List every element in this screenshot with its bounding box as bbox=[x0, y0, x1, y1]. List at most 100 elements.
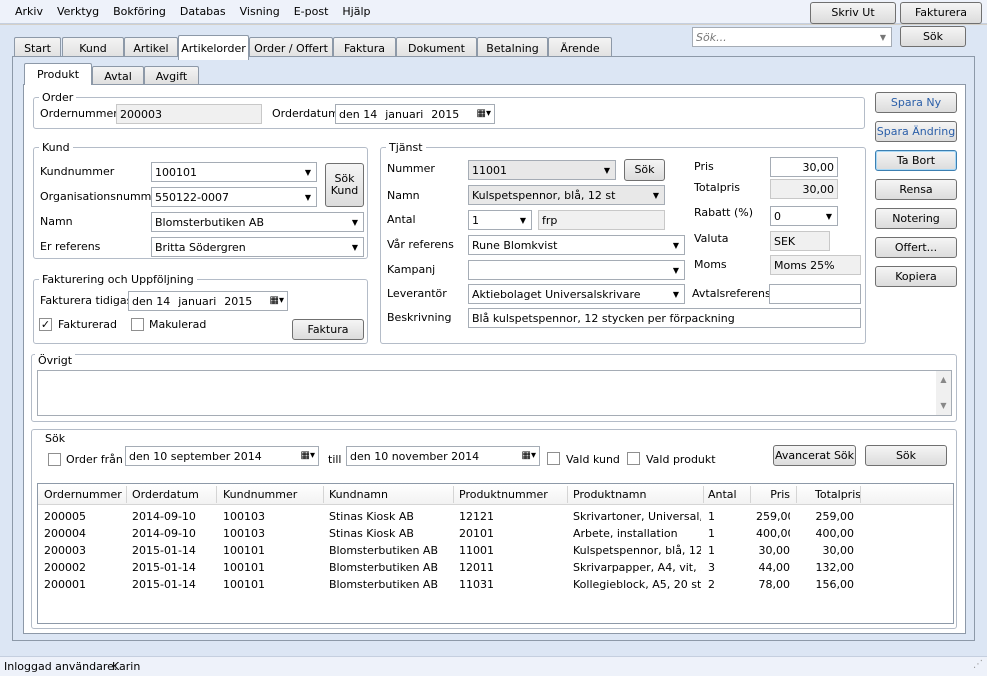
table-cell: 2015-01-14 bbox=[132, 578, 196, 591]
column-header-6[interactable]: Antal bbox=[708, 488, 737, 501]
column-header-4[interactable]: Produktnummer bbox=[459, 488, 548, 501]
table-cell: Stinas Kiosk AB bbox=[329, 510, 414, 523]
column-header-0[interactable]: Ordernummer bbox=[44, 488, 122, 501]
table-cell: Stinas Kiosk AB bbox=[329, 527, 414, 540]
column-header-5[interactable]: Produktnamn bbox=[573, 488, 647, 501]
table-cell: 30,00 bbox=[822, 544, 855, 557]
tab-3[interactable]: Artikelorder bbox=[178, 35, 249, 60]
invoiced-checkbox[interactable]: ✓ bbox=[39, 318, 52, 331]
side-button-3[interactable]: Rensa bbox=[875, 179, 957, 200]
side-button-2[interactable]: Ta Bort bbox=[875, 150, 957, 171]
agreement-ref-label: Avtalsreferens bbox=[692, 287, 771, 300]
resize-grip-icon[interactable]: ⋰ bbox=[973, 659, 983, 670]
calendar-icon[interactable]: ▦▾ bbox=[477, 108, 491, 119]
table-cell: 12011 bbox=[459, 561, 494, 574]
menu-item-4[interactable]: Visning bbox=[233, 0, 287, 24]
subtab-1[interactable]: Avtal bbox=[92, 66, 144, 85]
invoice-earliest-date-picker[interactable]: den 14 januari 2015 ▦▾ bbox=[128, 291, 288, 311]
other-notes-textarea[interactable] bbox=[37, 370, 952, 416]
cancelled-checkbox[interactable] bbox=[131, 318, 144, 331]
column-separator bbox=[703, 486, 704, 503]
service-number-combo[interactable]: 11001 ▼ bbox=[468, 160, 616, 180]
table-cell: 2015-01-14 bbox=[132, 544, 196, 557]
campaign-combo[interactable]: ▼ bbox=[468, 260, 685, 280]
agreement-ref-field[interactable] bbox=[769, 284, 861, 304]
logged-in-label: Inloggad användare: bbox=[4, 660, 118, 673]
notes-scrollbar[interactable]: ▲ ▼ bbox=[936, 371, 951, 415]
faktura-button[interactable]: Faktura bbox=[292, 319, 364, 340]
selected-product-checkbox[interactable] bbox=[627, 452, 640, 465]
service-name-label: Namn bbox=[387, 189, 420, 202]
table-row[interactable]: 200001 2015-01-14 100101 Blomsterbutiken AB… bbox=[38, 578, 953, 595]
advanced-search-button[interactable]: Avancerat Sök bbox=[773, 445, 856, 466]
side-button-0[interactable]: Spara Ny bbox=[875, 92, 957, 113]
org-number-combo[interactable]: 550122-0007 ▼ bbox=[151, 187, 317, 207]
table-row[interactable]: 200002 2015-01-14 100101 Blomsterbutiken AB… bbox=[38, 561, 953, 578]
column-header-3[interactable]: Kundnamn bbox=[329, 488, 388, 501]
calendar-icon[interactable]: ▦▾ bbox=[522, 450, 536, 461]
our-ref-combo[interactable]: Rune Blomkvist ▼ bbox=[468, 235, 685, 255]
table-cell: 11001 bbox=[459, 544, 494, 557]
selected-customer-checkbox[interactable] bbox=[547, 452, 560, 465]
table-cell: Blomsterbutiken AB bbox=[329, 578, 438, 591]
org-number-label: Organisationsnummer bbox=[40, 190, 163, 203]
table-cell: 2014-09-10 bbox=[132, 527, 196, 540]
table-row[interactable]: 200003 2015-01-14 100101 Blomsterbutiken AB… bbox=[38, 544, 953, 561]
discount-label: Rabatt (%) bbox=[694, 206, 754, 219]
subtab-0[interactable]: Produkt bbox=[24, 63, 92, 85]
side-button-4[interactable]: Notering bbox=[875, 208, 957, 229]
total-price-field: 30,00 bbox=[770, 179, 838, 199]
description-field[interactable]: Blå kulspetspennor, 12 stycken per förpa… bbox=[468, 308, 861, 328]
side-button-1[interactable]: Spara Ändring bbox=[875, 121, 957, 142]
table-cell: 1 bbox=[708, 527, 715, 540]
column-header-7[interactable]: Pris bbox=[756, 488, 790, 501]
quantity-label: Antal bbox=[387, 213, 416, 226]
discount-combo[interactable]: 0 ▼ bbox=[770, 206, 838, 226]
table-row[interactable]: 200005 2014-09-10 100103 Stinas Kiosk AB 121… bbox=[38, 510, 953, 527]
search-customer-button[interactable]: Sök Kund bbox=[325, 163, 364, 207]
to-label: till bbox=[328, 453, 342, 466]
quantity-combo[interactable]: 1 ▼ bbox=[468, 210, 532, 230]
menu-item-5[interactable]: E-post bbox=[287, 0, 336, 24]
column-header-8[interactable]: Totalpris bbox=[815, 488, 861, 501]
service-number-label: Nummer bbox=[387, 162, 435, 175]
order-date-picker[interactable]: den 14 januari 2015 ▦▾ bbox=[335, 104, 495, 124]
supplier-combo[interactable]: Aktiebolaget Universalskrivare ▼ bbox=[468, 284, 685, 304]
menu-item-2[interactable]: Bokföring bbox=[106, 0, 173, 24]
order-to-date-picker[interactable]: den 10 november 2014 ▦▾ bbox=[346, 446, 540, 466]
order-number-label: Ordernummer bbox=[40, 107, 118, 120]
order-from-checkbox[interactable] bbox=[48, 453, 61, 466]
price-field[interactable]: 30,00 bbox=[770, 157, 838, 177]
our-ref-label: Vår referens bbox=[387, 238, 454, 251]
side-button-6[interactable]: Kopiera bbox=[875, 266, 957, 287]
subtab-2[interactable]: Avgift bbox=[144, 66, 199, 85]
total-price-label: Totalpris bbox=[694, 181, 740, 194]
global-search-button[interactable]: Sök bbox=[900, 26, 966, 47]
global-search-input[interactable]: Sök... ▼ bbox=[692, 27, 892, 47]
table-cell: 200004 bbox=[44, 527, 86, 540]
table-cell: 100103 bbox=[223, 527, 265, 540]
customer-group-title: Kund bbox=[39, 141, 73, 154]
side-button-5[interactable]: Offert... bbox=[875, 237, 957, 258]
order-number-field[interactable]: 200003 bbox=[116, 104, 262, 124]
search-orders-button[interactable]: Sök bbox=[865, 445, 947, 466]
menu-item-0[interactable]: Arkiv bbox=[8, 0, 50, 24]
service-group-title: Tjänst bbox=[386, 141, 426, 154]
service-name-combo[interactable]: Kulspetspennor, blå, 12 st ▼ bbox=[468, 185, 665, 205]
column-header-1[interactable]: Orderdatum bbox=[132, 488, 199, 501]
search-service-button[interactable]: Sök bbox=[624, 159, 665, 181]
calendar-icon[interactable]: ▦▾ bbox=[301, 450, 315, 461]
column-header-2[interactable]: Kundnummer bbox=[223, 488, 297, 501]
customer-name-combo[interactable]: Blomsterbutiken AB ▼ bbox=[151, 212, 364, 232]
print-button[interactable]: Skriv Ut bbox=[810, 2, 896, 24]
table-row[interactable]: 200004 2014-09-10 100103 Stinas Kiosk AB 201… bbox=[38, 527, 953, 544]
invoice-button[interactable]: Fakturera bbox=[900, 2, 982, 24]
table-cell: 100101 bbox=[223, 561, 265, 574]
calendar-icon[interactable]: ▦▾ bbox=[270, 295, 284, 306]
customer-number-combo[interactable]: 100101 ▼ bbox=[151, 162, 317, 182]
customer-ref-combo[interactable]: Britta Södergren ▼ bbox=[151, 237, 364, 257]
menu-item-1[interactable]: Verktyg bbox=[50, 0, 106, 24]
order-from-date-picker[interactable]: den 10 september 2014 ▦▾ bbox=[125, 446, 319, 466]
menu-item-3[interactable]: Databas bbox=[173, 0, 233, 24]
menu-item-6[interactable]: Hjälp bbox=[335, 0, 377, 24]
